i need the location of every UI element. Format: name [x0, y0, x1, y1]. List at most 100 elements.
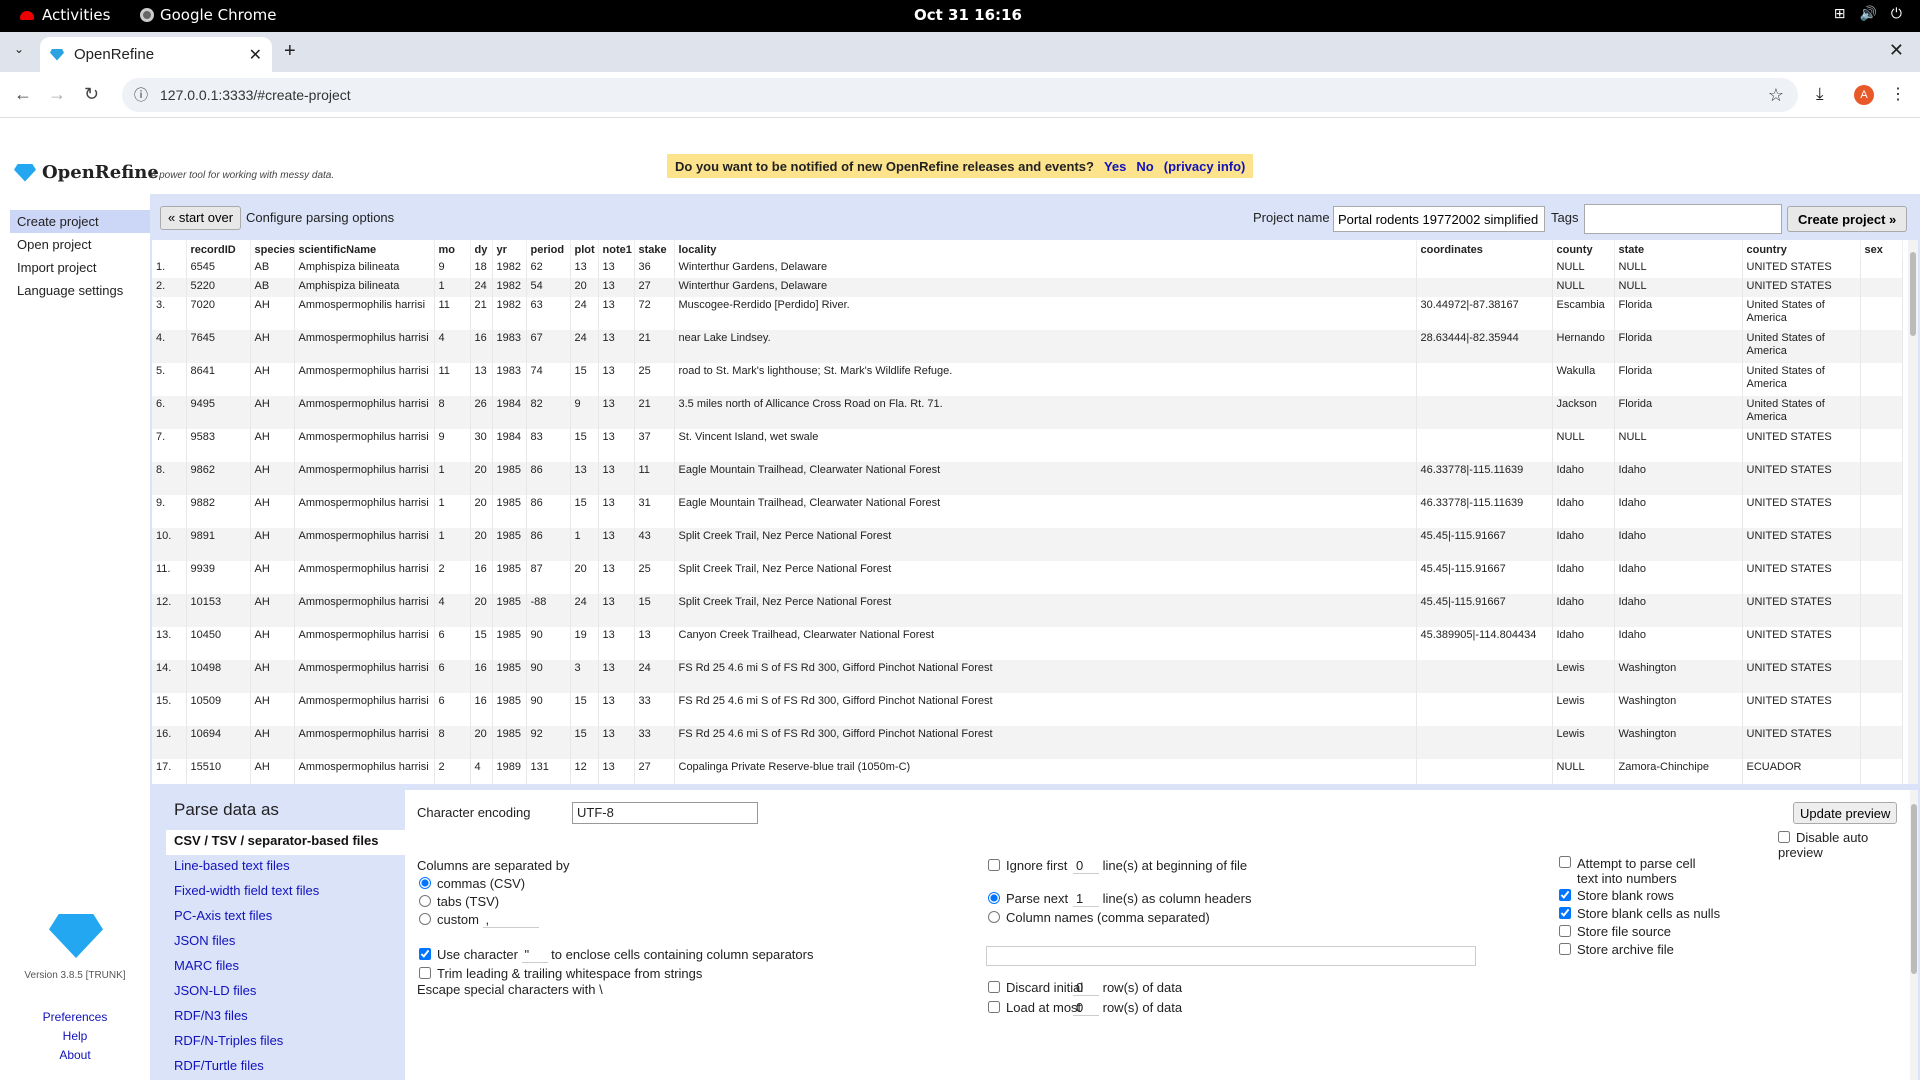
disable-auto-preview-checkbox[interactable]: [1778, 831, 1790, 843]
update-preview-button[interactable]: Update preview: [1793, 802, 1898, 824]
sep-custom-option[interactable]: custom ,: [419, 912, 539, 928]
app-logo[interactable]: OpenRefine: [14, 162, 159, 183]
new-tab-icon[interactable]: +: [284, 40, 296, 63]
store-file-source-checkbox[interactable]: [1559, 925, 1571, 937]
help-link[interactable]: Help: [0, 1029, 150, 1043]
ignore-first-input[interactable]: 0 line(s) at beginning of file: [1073, 858, 1247, 874]
discard-initial-input[interactable]: 0 row(s) of data: [1073, 980, 1182, 996]
sep-commas-radio[interactable]: [419, 877, 431, 889]
table-row: 4. 7645 AH Ammospermophilus harrisi 4 16 1983 6…: [152, 330, 1903, 363]
system-tray[interactable]: ⊞ 🔊 ⏻: [1834, 6, 1902, 22]
tags-input[interactable]: [1584, 204, 1782, 234]
format-rdf-ntriples[interactable]: RDF/N-Triples files: [166, 1030, 405, 1055]
store-archive-file-checkbox[interactable]: [1559, 943, 1571, 955]
trim-whitespace-checkbox[interactable]: [419, 967, 431, 979]
parse-next-radio[interactable]: [988, 892, 1000, 904]
close-window-icon[interactable]: ✕: [1889, 40, 1904, 61]
table-cell: Muscogee-Rerdido [Perdido] River.: [674, 297, 1417, 330]
format-json[interactable]: JSON files: [166, 930, 405, 955]
download-icon[interactable]: ⤓: [1816, 84, 1824, 104]
table-cell: 37: [634, 429, 675, 462]
column-names-option[interactable]: Column names (comma separated): [988, 910, 1210, 925]
quote-char-input[interactable]: ": [521, 947, 548, 963]
privacy-info-link[interactable]: (privacy info): [1164, 159, 1246, 174]
about-link[interactable]: About: [0, 1048, 150, 1062]
app-menu[interactable]: Google Chrome: [140, 6, 277, 24]
reload-icon[interactable]: ↻: [84, 84, 99, 105]
column-names-input[interactable]: [986, 946, 1476, 966]
notify-no-link[interactable]: No: [1136, 159, 1153, 174]
ignore-first-value[interactable]: 0: [1073, 858, 1099, 874]
options-scrollbar-thumb[interactable]: [1911, 804, 1917, 974]
format-json-ld[interactable]: JSON-LD files: [166, 980, 405, 1005]
browser-tab[interactable]: OpenRefine ✕: [40, 37, 272, 72]
ignore-first-option[interactable]: Ignore first: [988, 858, 1067, 873]
notify-yes-link[interactable]: Yes: [1104, 159, 1126, 174]
format-marc[interactable]: MARC files: [166, 955, 405, 980]
parse-numbers-option[interactable]: Attempt to parse cell text into numbers: [1559, 856, 1709, 886]
version-label: Version 3.8.5 [TRUNK]: [24, 970, 126, 981]
table-cell: United States of America: [1742, 297, 1861, 330]
site-info-icon[interactable]: ⓘ: [134, 85, 148, 105]
clock[interactable]: Oct 31 16:16: [914, 6, 1022, 24]
ignore-first-checkbox[interactable]: [988, 859, 1000, 871]
sidebar-item-import-project[interactable]: Import project: [10, 256, 150, 279]
parse-next-option[interactable]: Parse next: [988, 891, 1068, 906]
store-blank-nulls-option[interactable]: Store blank cells as nulls: [1559, 906, 1720, 921]
forward-icon[interactable]: →: [48, 84, 66, 105]
table-scrollbar[interactable]: [1908, 240, 1918, 784]
sidebar-item-language-settings[interactable]: Language settings: [10, 279, 150, 302]
store-file-source-option[interactable]: Store file source: [1559, 924, 1671, 939]
discard-initial-option[interactable]: Discard initial: [988, 980, 1083, 995]
store-archive-file-option[interactable]: Store archive file: [1559, 942, 1674, 957]
custom-separator-input[interactable]: ,: [482, 912, 539, 928]
back-icon[interactable]: ←: [14, 84, 32, 105]
sep-custom-radio[interactable]: [419, 913, 431, 925]
browser-menu-icon[interactable]: ⋮: [1890, 84, 1906, 104]
parse-numbers-checkbox[interactable]: [1559, 856, 1571, 868]
format-line-based[interactable]: Line-based text files: [166, 855, 405, 880]
column-names-radio[interactable]: [988, 911, 1000, 923]
format-pc-axis[interactable]: PC-Axis text files: [166, 905, 405, 930]
trim-whitespace-option[interactable]: Trim leading & trailing whitespace from …: [419, 966, 702, 981]
data-preview-table[interactable]: recordID species scientificName mo dy yr perio…: [152, 240, 1910, 784]
options-scrollbar[interactable]: [1910, 790, 1918, 1080]
sidebar-item-create-project[interactable]: Create project: [10, 210, 150, 233]
bookmark-star-icon[interactable]: ☆: [1768, 85, 1784, 106]
profile-avatar[interactable]: A: [1854, 85, 1874, 105]
store-blank-nulls-checkbox[interactable]: [1559, 907, 1571, 919]
load-at-most-value[interactable]: 0: [1073, 1000, 1099, 1016]
format-rdf-turtle[interactable]: RDF/Turtle files: [166, 1055, 405, 1080]
store-blank-rows-checkbox[interactable]: [1559, 889, 1571, 901]
project-name-input[interactable]: [1333, 206, 1545, 232]
load-at-most-checkbox[interactable]: [988, 1001, 1000, 1013]
store-blank-rows-option[interactable]: Store blank rows: [1559, 888, 1674, 903]
tab-search-icon[interactable]: ⌄: [14, 42, 24, 56]
format-csv[interactable]: CSV / TSV / separator-based files: [166, 830, 405, 855]
sidebar-item-open-project[interactable]: Open project: [10, 233, 150, 256]
close-tab-icon[interactable]: ✕: [249, 45, 262, 65]
discard-initial-value[interactable]: 0: [1073, 980, 1099, 996]
load-at-most-input[interactable]: 0 row(s) of data: [1073, 1000, 1182, 1016]
start-over-button[interactable]: « start over: [160, 206, 242, 230]
format-fixed-width[interactable]: Fixed-width field text files: [166, 880, 405, 905]
create-project-button[interactable]: Create project »: [1787, 206, 1908, 232]
address-bar[interactable]: ⓘ 127.0.0.1:3333/#create-project ☆: [122, 78, 1798, 112]
sep-commas-option[interactable]: commas (CSV): [419, 876, 525, 891]
discard-initial-checkbox[interactable]: [988, 981, 1000, 993]
sep-tabs-option[interactable]: tabs (TSV): [419, 894, 499, 909]
use-quote-char-checkbox[interactable]: [419, 948, 431, 960]
encoding-input[interactable]: UTF-8: [572, 802, 758, 824]
table-cell: 17.: [152, 759, 187, 784]
load-at-most-option[interactable]: Load at most: [988, 1000, 1081, 1015]
activities-button[interactable]: Activities: [20, 6, 110, 24]
use-quote-char-option[interactable]: Use character " to enclose cells contain…: [419, 947, 813, 963]
preferences-link[interactable]: Preferences: [0, 1010, 150, 1024]
disable-auto-preview-option[interactable]: Disable auto preview: [1778, 830, 1900, 860]
format-rdf-n3[interactable]: RDF/N3 files: [166, 1005, 405, 1030]
parse-next-value[interactable]: 1: [1073, 891, 1099, 907]
table-cell: 1985: [492, 693, 527, 726]
parse-next-input[interactable]: 1 line(s) as column headers: [1073, 891, 1251, 907]
scrollbar-thumb[interactable]: [1910, 252, 1916, 336]
sep-tabs-radio[interactable]: [419, 895, 431, 907]
